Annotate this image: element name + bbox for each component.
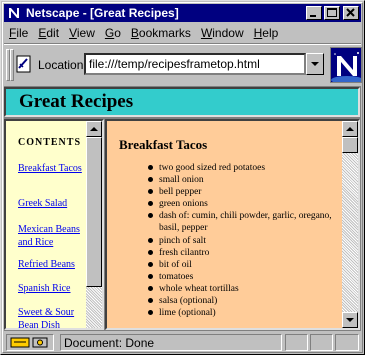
browser-window: Netscape - [Great Recipes] File Edit View G… <box>0 0 365 355</box>
recipe-frame: Breakfast Tacos two good sized red potat… <box>105 119 360 330</box>
status-online-cell <box>310 334 333 351</box>
chevron-up-icon <box>346 127 354 131</box>
chevron-up-icon <box>90 127 98 131</box>
maximize-button[interactable] <box>324 6 340 20</box>
netscape-n-logo[interactable] <box>330 47 362 83</box>
ingredient-item: bit of oil <box>147 259 337 271</box>
contents-panel: CONTENTS Breakfast Tacos Greek Salad Mex… <box>6 121 88 328</box>
close-button[interactable] <box>343 6 359 20</box>
menu-label-rest: elp <box>262 25 279 40</box>
window-title: Netscape - [Great Recipes] <box>26 6 179 20</box>
contents-heading: CONTENTS <box>18 137 82 148</box>
close-icon <box>346 8 355 17</box>
location-label: Location: <box>38 58 87 72</box>
ingredient-item: dash of: cumin, chili powder, garlic, or… <box>147 210 337 234</box>
recipe-title: Breakfast Tacos <box>119 137 208 152</box>
contents-scrollbar[interactable] <box>86 121 102 328</box>
menu-access-key: W <box>200 25 213 40</box>
menu-window[interactable]: Window <box>196 26 249 40</box>
menu-label-rest: dit <box>46 25 60 40</box>
chevron-down-icon <box>311 62 319 66</box>
scroll-up-button[interactable] <box>86 121 102 137</box>
location-dropdown-button[interactable] <box>306 53 324 75</box>
scroll-thumb[interactable] <box>342 137 358 153</box>
menu-label-rest: o <box>114 25 121 40</box>
ingredient-item: salsa (optional) <box>147 295 337 307</box>
chevron-down-icon <box>346 318 354 322</box>
ingredient-list: two good sized red potatoes small onion … <box>147 162 337 319</box>
ingredient-item: tomatoes <box>147 271 337 283</box>
menu-help[interactable]: Help <box>249 26 284 40</box>
ingredient-item: bell pepper <box>147 186 337 198</box>
ingredient-item: small onion <box>147 174 337 186</box>
location-toolbar: Location: file:///temp/recipesframetop.h… <box>4 45 362 85</box>
minimize-icon <box>310 15 316 17</box>
status-text: Document: Done <box>60 334 282 351</box>
status-bar: Document: Done <box>4 332 361 353</box>
banner-frame: Great Recipes <box>4 87 360 117</box>
menu-view[interactable]: View <box>64 26 100 40</box>
contents-link[interactable]: Sweet & Sour Bean Dish <box>18 306 86 328</box>
menu-file[interactable]: File <box>4 26 33 40</box>
netscape-app-icon[interactable] <box>6 5 22 21</box>
bookmark-icon[interactable] <box>14 54 34 74</box>
status-mail-cell <box>335 334 359 351</box>
contents-link[interactable]: Refried Beans <box>18 258 86 271</box>
menu-access-key: V <box>69 25 77 40</box>
scroll-down-button[interactable] <box>342 312 358 328</box>
menu-label-rest: ile <box>16 25 29 40</box>
ingredient-item: green onions <box>147 198 337 210</box>
menu-edit[interactable]: Edit <box>33 26 64 40</box>
menu-access-key: B <box>130 25 139 40</box>
scroll-up-button[interactable] <box>342 121 358 137</box>
ingredient-item: fresh cilantro <box>147 247 337 259</box>
menu-go[interactable]: Go <box>100 26 126 40</box>
title-bar[interactable]: Netscape - [Great Recipes] <box>4 4 361 22</box>
ingredient-item: two good sized red potatoes <box>147 162 337 174</box>
menu-label-rest: iew <box>76 25 95 40</box>
menu-label-rest: ookmarks <box>138 25 191 40</box>
menu-access-key: H <box>253 25 263 40</box>
recipe-scrollbar[interactable] <box>342 121 358 328</box>
menu-bar: File Edit View Go Bookmarks Window Help <box>4 23 361 42</box>
menu-bookmarks[interactable]: Bookmarks <box>126 26 196 40</box>
scroll-thumb[interactable] <box>86 137 102 287</box>
security-indicator[interactable] <box>6 334 54 351</box>
menu-label-rest: indow <box>212 25 244 40</box>
contents-link[interactable]: Greek Salad <box>18 197 86 210</box>
security-key-icon <box>10 337 48 348</box>
minimize-button[interactable] <box>306 6 322 20</box>
contents-link[interactable]: Breakfast Tacos <box>18 162 86 175</box>
ingredient-item: pinch of salt <box>147 235 337 247</box>
maximize-icon <box>327 8 337 17</box>
contents-link[interactable]: Spanish Rice <box>18 282 86 295</box>
ingredient-item: whole wheat tortillas <box>147 283 337 295</box>
location-url-input[interactable]: file:///temp/recipesframetop.html <box>84 53 306 75</box>
menu-access-key: G <box>104 25 115 40</box>
contents-link[interactable]: Mexican Beans and Rice <box>18 223 86 249</box>
banner-title: Great Recipes <box>19 91 134 112</box>
status-progress-cell <box>285 334 308 351</box>
contents-frame: CONTENTS Breakfast Tacos Greek Salad Mex… <box>4 119 104 330</box>
ingredient-item: lime (optional) <box>147 307 337 319</box>
